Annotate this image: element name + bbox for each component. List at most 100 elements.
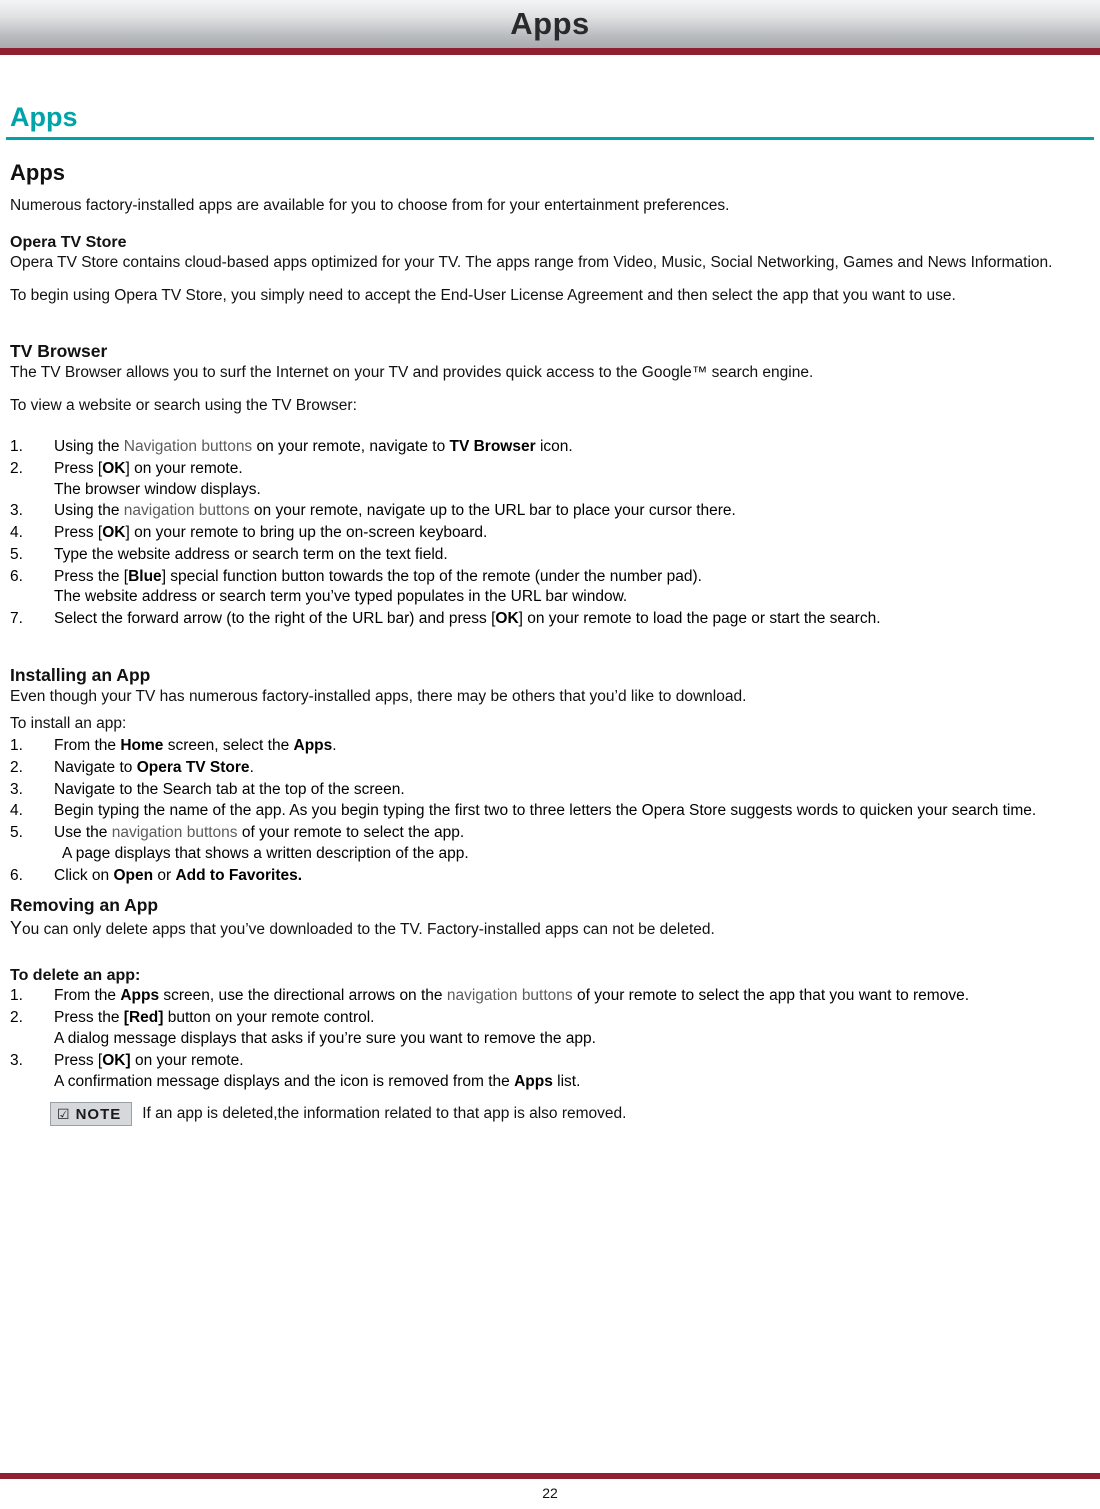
- step-text: Navigate to Opera TV Store.: [54, 758, 1096, 779]
- removing-paragraph-1: You can only delete apps that you’ve dow…: [10, 917, 1096, 941]
- browser-steps-list: 1. Using the Navigation buttons on your …: [10, 437, 1096, 630]
- step-text: Use the navigation buttons of your remot…: [54, 823, 1096, 844]
- note-badge: ☑ NOTE: [50, 1102, 133, 1127]
- step-text-a: Using the: [54, 438, 124, 456]
- step-number: 2.: [10, 1009, 23, 1027]
- step-text-c: icon.: [535, 438, 573, 456]
- step-text-bold: Open: [113, 866, 154, 884]
- list-item: 3. Navigate to the Search tab at the top…: [10, 780, 1096, 801]
- step-number: 1.: [10, 987, 23, 1005]
- step-text-grey: navigation buttons: [446, 987, 573, 1005]
- step-text-c: .: [332, 737, 337, 755]
- subheading-removing-an-app: Removing an App: [10, 894, 159, 915]
- step-text-b: or: [153, 866, 176, 884]
- step-text-a: Using the: [54, 502, 124, 520]
- step-text-a: Press the: [54, 1009, 124, 1027]
- step-continuation: A page displays that shows a written des…: [62, 844, 469, 862]
- trademark-symbol: ™: [691, 363, 708, 381]
- step-number: 2.: [10, 758, 23, 776]
- step-number: 5.: [10, 545, 23, 563]
- header-rule-highlight: [0, 55, 1100, 58]
- page-footer: 22: [0, 1473, 1100, 1509]
- step-text-bold: Home: [120, 737, 164, 755]
- step-continuation: The browser window displays.: [54, 480, 261, 498]
- step-text-a: Click on: [54, 866, 114, 884]
- step-number: 3.: [10, 1051, 23, 1069]
- step-text-c: button on your remote control.: [163, 1009, 375, 1027]
- step-text-c: ] special function button towards the to…: [161, 567, 702, 585]
- step-text-a: Press [: [54, 1051, 103, 1069]
- step-text: Press [OK] on your remote.: [54, 459, 1096, 480]
- step-text: From the Home screen, select the Apps.: [54, 736, 1096, 757]
- step-text: Press [OK] on your remote to bring up th…: [54, 523, 1096, 544]
- list-item: 7. Select the forward arrow (to the righ…: [10, 609, 1096, 630]
- subheading-installing-an-app: Installing an App: [10, 664, 151, 685]
- note-row: ☑ NOTE If an app is deleted,the informat…: [50, 1102, 1094, 1127]
- step-continuation-bold: Apps: [514, 1072, 553, 1090]
- step-text-bold: Blue: [128, 567, 162, 585]
- note-text: If an app is deleted,the information rel…: [142, 1105, 627, 1123]
- header-rule: [0, 48, 1100, 55]
- step-continuation: A confirmation message displays and the …: [54, 1072, 1096, 1093]
- step-text-a: Use the: [54, 824, 112, 842]
- step-text: Press the [Red] button on your remote co…: [54, 1008, 1096, 1029]
- step-text-bold: [Red]: [123, 1009, 164, 1027]
- page-content: Apps Apps Numerous factory-installed app…: [0, 104, 1100, 1127]
- browser-paragraph-1-a: The TV Browser allows you to surf the In…: [10, 363, 692, 381]
- removing-paragraph-dropcap: Y: [10, 917, 23, 938]
- opera-paragraph-2: To begin using Opera TV Store, you simpl…: [10, 287, 956, 305]
- chapter-title-rule: [6, 137, 1094, 140]
- step-number: 3.: [10, 780, 23, 798]
- installing-paragraph-1: Even though your TV has numerous factory…: [10, 687, 747, 705]
- step-number: 4.: [10, 524, 23, 542]
- step-text-bold: Apps: [120, 987, 160, 1005]
- step-text-bold: TV Browser: [449, 438, 536, 456]
- step-text-c: ] on your remote to bring up the on-scre…: [125, 524, 488, 542]
- step-text-a: Press the [: [54, 567, 129, 585]
- header-title: Apps: [510, 6, 590, 41]
- step-text: From the Apps screen, use the directiona…: [54, 986, 1096, 1007]
- step-text-bold: OK]: [102, 1051, 131, 1069]
- step-number: 7.: [10, 610, 23, 628]
- step-text-c: ] on your remote to load the page or sta…: [518, 610, 881, 628]
- list-item: 5. Type the website address or search te…: [10, 545, 1096, 566]
- step-text: Type the website address or search term …: [54, 545, 448, 563]
- step-text-grey: Navigation buttons: [123, 438, 253, 456]
- step-text-a: Select the forward arrow (to the right o…: [54, 610, 496, 628]
- step-text-c: .: [249, 758, 254, 776]
- step-text-bold-2: Add to Favorites.: [175, 866, 303, 884]
- step-text-bold: OK: [495, 610, 519, 628]
- browser-paragraph-2: To view a website or search using the TV…: [10, 397, 357, 415]
- list-item: 1. From the Home screen, select the Apps…: [10, 736, 1096, 757]
- step-text-grey: navigation buttons: [123, 502, 250, 520]
- list-item: 6. Click on Open or Add to Favorites.: [10, 866, 1096, 887]
- step-text: Begin typing the name of the app. As you…: [54, 802, 1037, 820]
- list-item: 3. Press [OK] on your remote. A confirma…: [10, 1051, 1096, 1093]
- note-label: NOTE: [75, 1105, 122, 1123]
- installing-paragraph-2: To install an app:: [10, 714, 127, 732]
- step-text-a: From the: [54, 737, 121, 755]
- page-header: Apps: [0, 0, 1100, 48]
- step-number: 6.: [10, 567, 23, 585]
- step-continuation: A dialog message displays that asks if y…: [54, 1029, 596, 1047]
- step-continuation: The website address or search term you’v…: [54, 588, 628, 606]
- step-text-a: Press [: [54, 459, 103, 477]
- subheading-to-delete-an-app: To delete an app:: [10, 967, 141, 985]
- step-text-c: on your remote.: [130, 1051, 244, 1069]
- step-text: Using the Navigation buttons on your rem…: [54, 437, 1096, 458]
- step-text-bold: OK: [102, 524, 126, 542]
- list-item: 3. Using the navigation buttons on your …: [10, 501, 1096, 522]
- browser-paragraph-1-b: search engine.: [707, 363, 814, 381]
- list-item: 4. Press [OK] on your remote to bring up…: [10, 523, 1096, 544]
- opera-paragraph-1: Opera TV Store contains cloud-based apps…: [10, 253, 1053, 271]
- step-number: 1.: [10, 737, 23, 755]
- step-number: 5.: [10, 824, 23, 842]
- list-item: 2. Press [OK] on your remote. The browse…: [10, 459, 1096, 501]
- step-continuation-b: list.: [552, 1072, 581, 1090]
- step-text-bold: Opera TV Store: [136, 758, 250, 776]
- step-text-b: screen, select the: [163, 737, 294, 755]
- step-text: Click on Open or Add to Favorites.: [54, 866, 1096, 887]
- list-item: 2. Press the [Red] button on your remote…: [10, 1008, 1096, 1050]
- step-text-grey: navigation buttons: [111, 824, 238, 842]
- list-item: 2. Navigate to Opera TV Store.: [10, 758, 1096, 779]
